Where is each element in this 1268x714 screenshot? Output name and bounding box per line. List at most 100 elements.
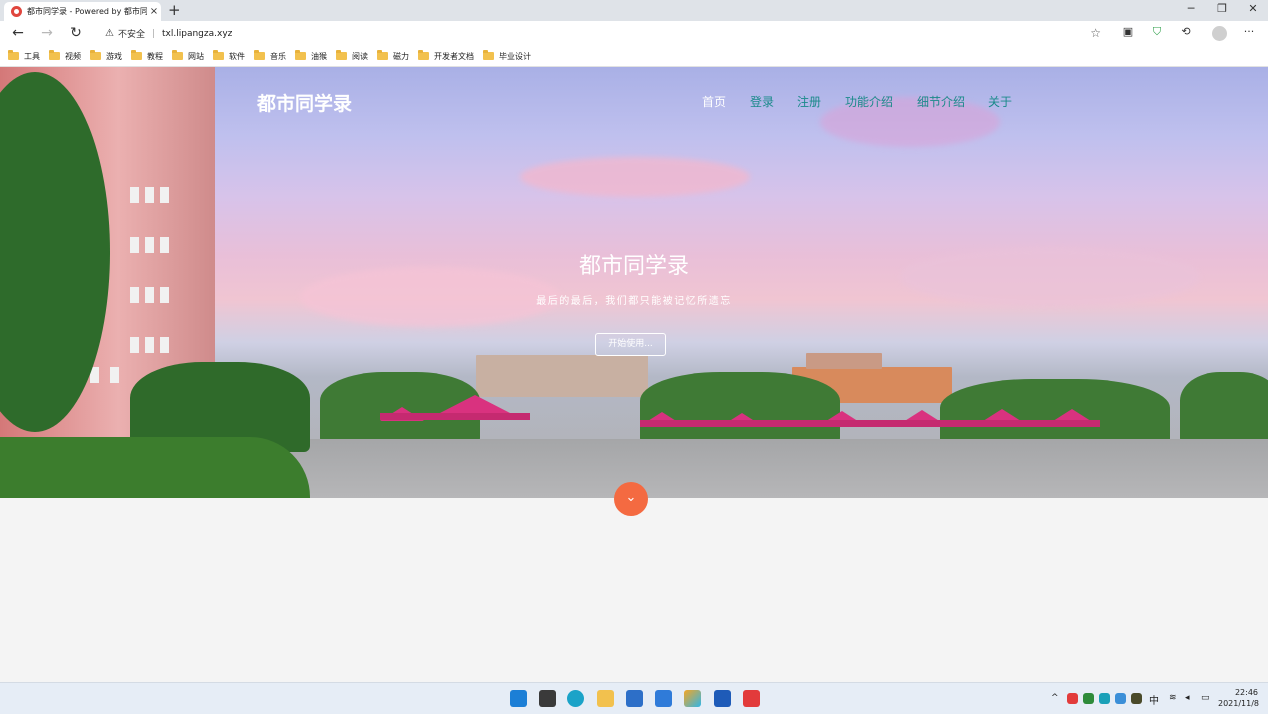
tent <box>440 395 510 413</box>
minimize-button[interactable]: ─ <box>1181 2 1201 15</box>
address-separator: | <box>151 28 156 39</box>
bookmark-folder[interactable]: 油猴 <box>295 50 327 62</box>
bookmark-label: 软件 <box>229 51 245 61</box>
paint-icon[interactable] <box>684 690 701 707</box>
folder-icon <box>8 50 19 60</box>
shield-extension-icon[interactable]: ⛉ <box>1149 25 1165 39</box>
reload-button[interactable]: ↻ <box>67 24 85 42</box>
forward-button[interactable]: → <box>38 24 56 42</box>
bookmark-label: 开发者文档 <box>434 51 474 61</box>
folder-icon <box>295 50 306 60</box>
folder-icon <box>90 50 101 60</box>
word-icon[interactable] <box>714 690 731 707</box>
tray-chevron-icon[interactable]: ^ <box>1051 693 1059 703</box>
window <box>130 337 139 353</box>
address-bar[interactable]: ⚠ 不安全 | txl.lipangza.xyz ☆ <box>97 23 1109 44</box>
bookmark-label: 阅读 <box>352 51 368 61</box>
taskbar: ^ 中 ≋ ◂ ▭ 22:46 2021/11/8 <box>0 682 1268 714</box>
extensions-icon[interactable]: ⟲ <box>1178 25 1194 38</box>
bookmark-label: 工具 <box>24 51 40 61</box>
bookmark-folder[interactable]: 工具 <box>8 50 40 62</box>
tent-row <box>640 420 1100 427</box>
bookmark-folder[interactable]: 阅读 <box>336 50 368 62</box>
start-icon[interactable] <box>510 690 527 707</box>
folder-icon <box>418 50 429 60</box>
bookmark-folder[interactable]: 软件 <box>213 50 245 62</box>
tab-strip: 都市同学录 - Powered by 都市同 × + ─ ❐ ✕ <box>0 0 1268 21</box>
close-window-button[interactable]: ✕ <box>1243 2 1263 15</box>
folder-icon <box>172 50 183 60</box>
more-menu-icon[interactable]: ··· <box>1241 25 1257 38</box>
tray-wps-icon[interactable] <box>1067 693 1078 704</box>
tray-app-icon[interactable] <box>1083 693 1094 704</box>
bookmark-folder[interactable]: 视频 <box>49 50 81 62</box>
bookmark-label: 教程 <box>147 51 163 61</box>
back-button[interactable]: ← <box>9 24 27 42</box>
restore-button[interactable]: ❐ <box>1212 2 1232 15</box>
app-icon[interactable] <box>655 690 672 707</box>
tray-app-icon[interactable] <box>1099 693 1110 704</box>
bookmark-label: 游戏 <box>106 51 122 61</box>
new-tab-button[interactable]: + <box>168 1 181 20</box>
hero-title: 都市同学录 <box>578 254 689 279</box>
battery-icon[interactable]: ▭ <box>1201 693 1210 703</box>
folder-icon <box>377 50 388 60</box>
folder-icon <box>49 50 60 60</box>
bookmark-folder[interactable]: 磁力 <box>377 50 409 62</box>
site-brand[interactable]: 都市同学录 <box>257 89 352 116</box>
wps-icon[interactable] <box>743 690 760 707</box>
bookmark-label: 毕业设计 <box>499 51 531 61</box>
scroll-down-button[interactable]: ⌄ <box>614 482 648 516</box>
bookmark-label: 网站 <box>188 51 204 61</box>
nav-about[interactable]: 关于 <box>988 93 1012 110</box>
tab-title: 都市同学录 - Powered by 都市同 <box>27 7 147 16</box>
building <box>476 355 648 397</box>
bookmark-label: 磁力 <box>393 51 409 61</box>
window <box>160 337 169 353</box>
bookmark-folder[interactable]: 毕业设计 <box>483 50 531 62</box>
volume-icon[interactable]: ◂ <box>1185 693 1190 703</box>
nav-home[interactable]: 首页 <box>702 93 726 110</box>
clock-time: 22:46 <box>1234 688 1258 697</box>
edge-icon[interactable] <box>567 690 584 707</box>
nav-register[interactable]: 注册 <box>797 93 821 110</box>
favorite-star-icon[interactable]: ☆ <box>1090 26 1101 40</box>
taskview-icon[interactable] <box>539 690 556 707</box>
window <box>145 187 154 203</box>
url-text[interactable]: txl.lipangza.xyz <box>162 29 232 39</box>
bookmark-folder[interactable]: 音乐 <box>254 50 286 62</box>
tab-close-icon[interactable]: × <box>147 6 161 17</box>
collections-icon[interactable]: ▣ <box>1120 25 1136 38</box>
security-label[interactable]: 不安全 <box>118 27 145 40</box>
folder-icon <box>336 50 347 60</box>
window <box>160 187 169 203</box>
bookmark-folder[interactable]: 教程 <box>131 50 163 62</box>
bookmark-folder[interactable]: 网站 <box>172 50 204 62</box>
window <box>130 187 139 203</box>
bookmark-folder[interactable]: 游戏 <box>90 50 122 62</box>
wifi-icon[interactable]: ≋ <box>1169 693 1177 703</box>
get-started-button[interactable]: 开始使用... <box>595 333 666 356</box>
profile-avatar[interactable] <box>1212 26 1227 41</box>
site-favicon-icon <box>11 6 22 17</box>
browser-tab[interactable]: 都市同学录 - Powered by 都市同 × <box>4 2 161 21</box>
bookmark-label: 视频 <box>65 51 81 61</box>
nav-features[interactable]: 功能介绍 <box>845 93 893 110</box>
folder-icon <box>483 50 494 60</box>
warning-icon[interactable]: ⚠ <box>105 28 114 39</box>
bookmark-folder[interactable]: 开发者文档 <box>418 50 474 62</box>
bookmark-label: 音乐 <box>270 51 286 61</box>
hedge <box>0 437 310 498</box>
ime-indicator[interactable]: 中 <box>1149 692 1159 707</box>
nav-login[interactable]: 登录 <box>750 93 774 110</box>
store-icon[interactable] <box>626 690 643 707</box>
file-explorer-icon[interactable] <box>597 690 614 707</box>
site-navbar: 都市同学录 首页 登录 注册 功能介绍 细节介绍 关于 <box>0 67 1268 134</box>
trees <box>1180 372 1268 444</box>
cloud <box>520 157 750 197</box>
tray-app-icon[interactable] <box>1115 693 1126 704</box>
nav-details[interactable]: 细节介绍 <box>917 93 965 110</box>
hero-banner: 都市同学录 首页 登录 注册 功能介绍 细节介绍 关于 都市同学录 最后的最后，… <box>0 67 1268 498</box>
clock[interactable]: 22:46 2021/11/8 <box>1218 687 1259 709</box>
tray-app-icon[interactable] <box>1131 693 1142 704</box>
